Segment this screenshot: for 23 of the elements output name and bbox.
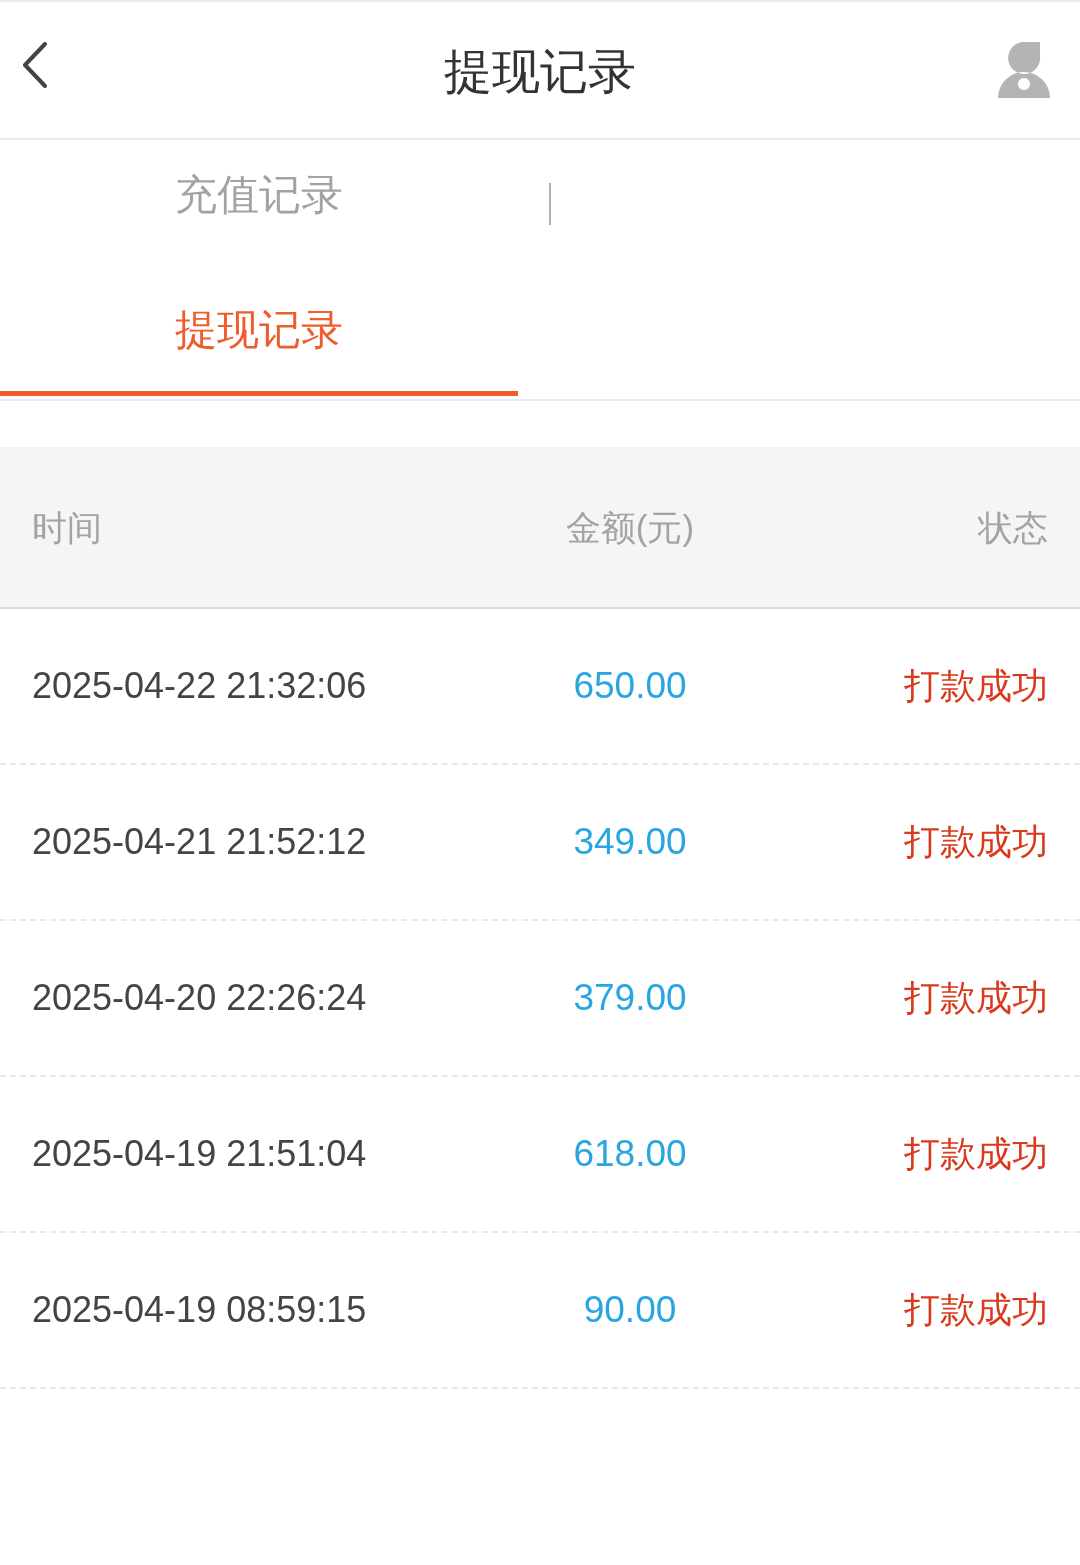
date-time-text: 2025-04-19 08:59:15 [32, 1288, 368, 1332]
status-text: 打款成功 [903, 1288, 1048, 1332]
amount-text: 379.00 [572, 976, 688, 1021]
status-text: 打款成功 [903, 976, 1048, 1020]
date-time-text: 2025-04-22 21:32:06 [32, 664, 368, 708]
status-text: 打款成功 [903, 1132, 1048, 1176]
date-time-text: 2025-04-20 22:26:24 [32, 976, 368, 1020]
user-silhouette-icon [996, 42, 1052, 98]
column-header: 时间 [32, 509, 103, 545]
date-time-text: 2025-04-19 21:51:04 [32, 1132, 368, 1176]
tab[interactable]: 充值记录 [0, 140, 518, 268]
page-title: 提现记录 [444, 48, 636, 96]
tab[interactable]: 提现记录 [0, 268, 518, 396]
amount-text: 650.00 [572, 664, 688, 709]
date-time-text: 2025-04-21 21:52:12 [32, 820, 368, 864]
back-chevron-icon [22, 42, 48, 88]
status-text: 打款成功 [903, 664, 1048, 708]
column-header: 金额(元) [564, 509, 696, 545]
amount-text: 618.00 [572, 1132, 688, 1177]
column-header: 状态 [976, 509, 1048, 545]
amount-text: 349.00 [572, 820, 688, 865]
status-text: 打款成功 [903, 820, 1048, 864]
amount-text: 90.00 [582, 1288, 678, 1333]
